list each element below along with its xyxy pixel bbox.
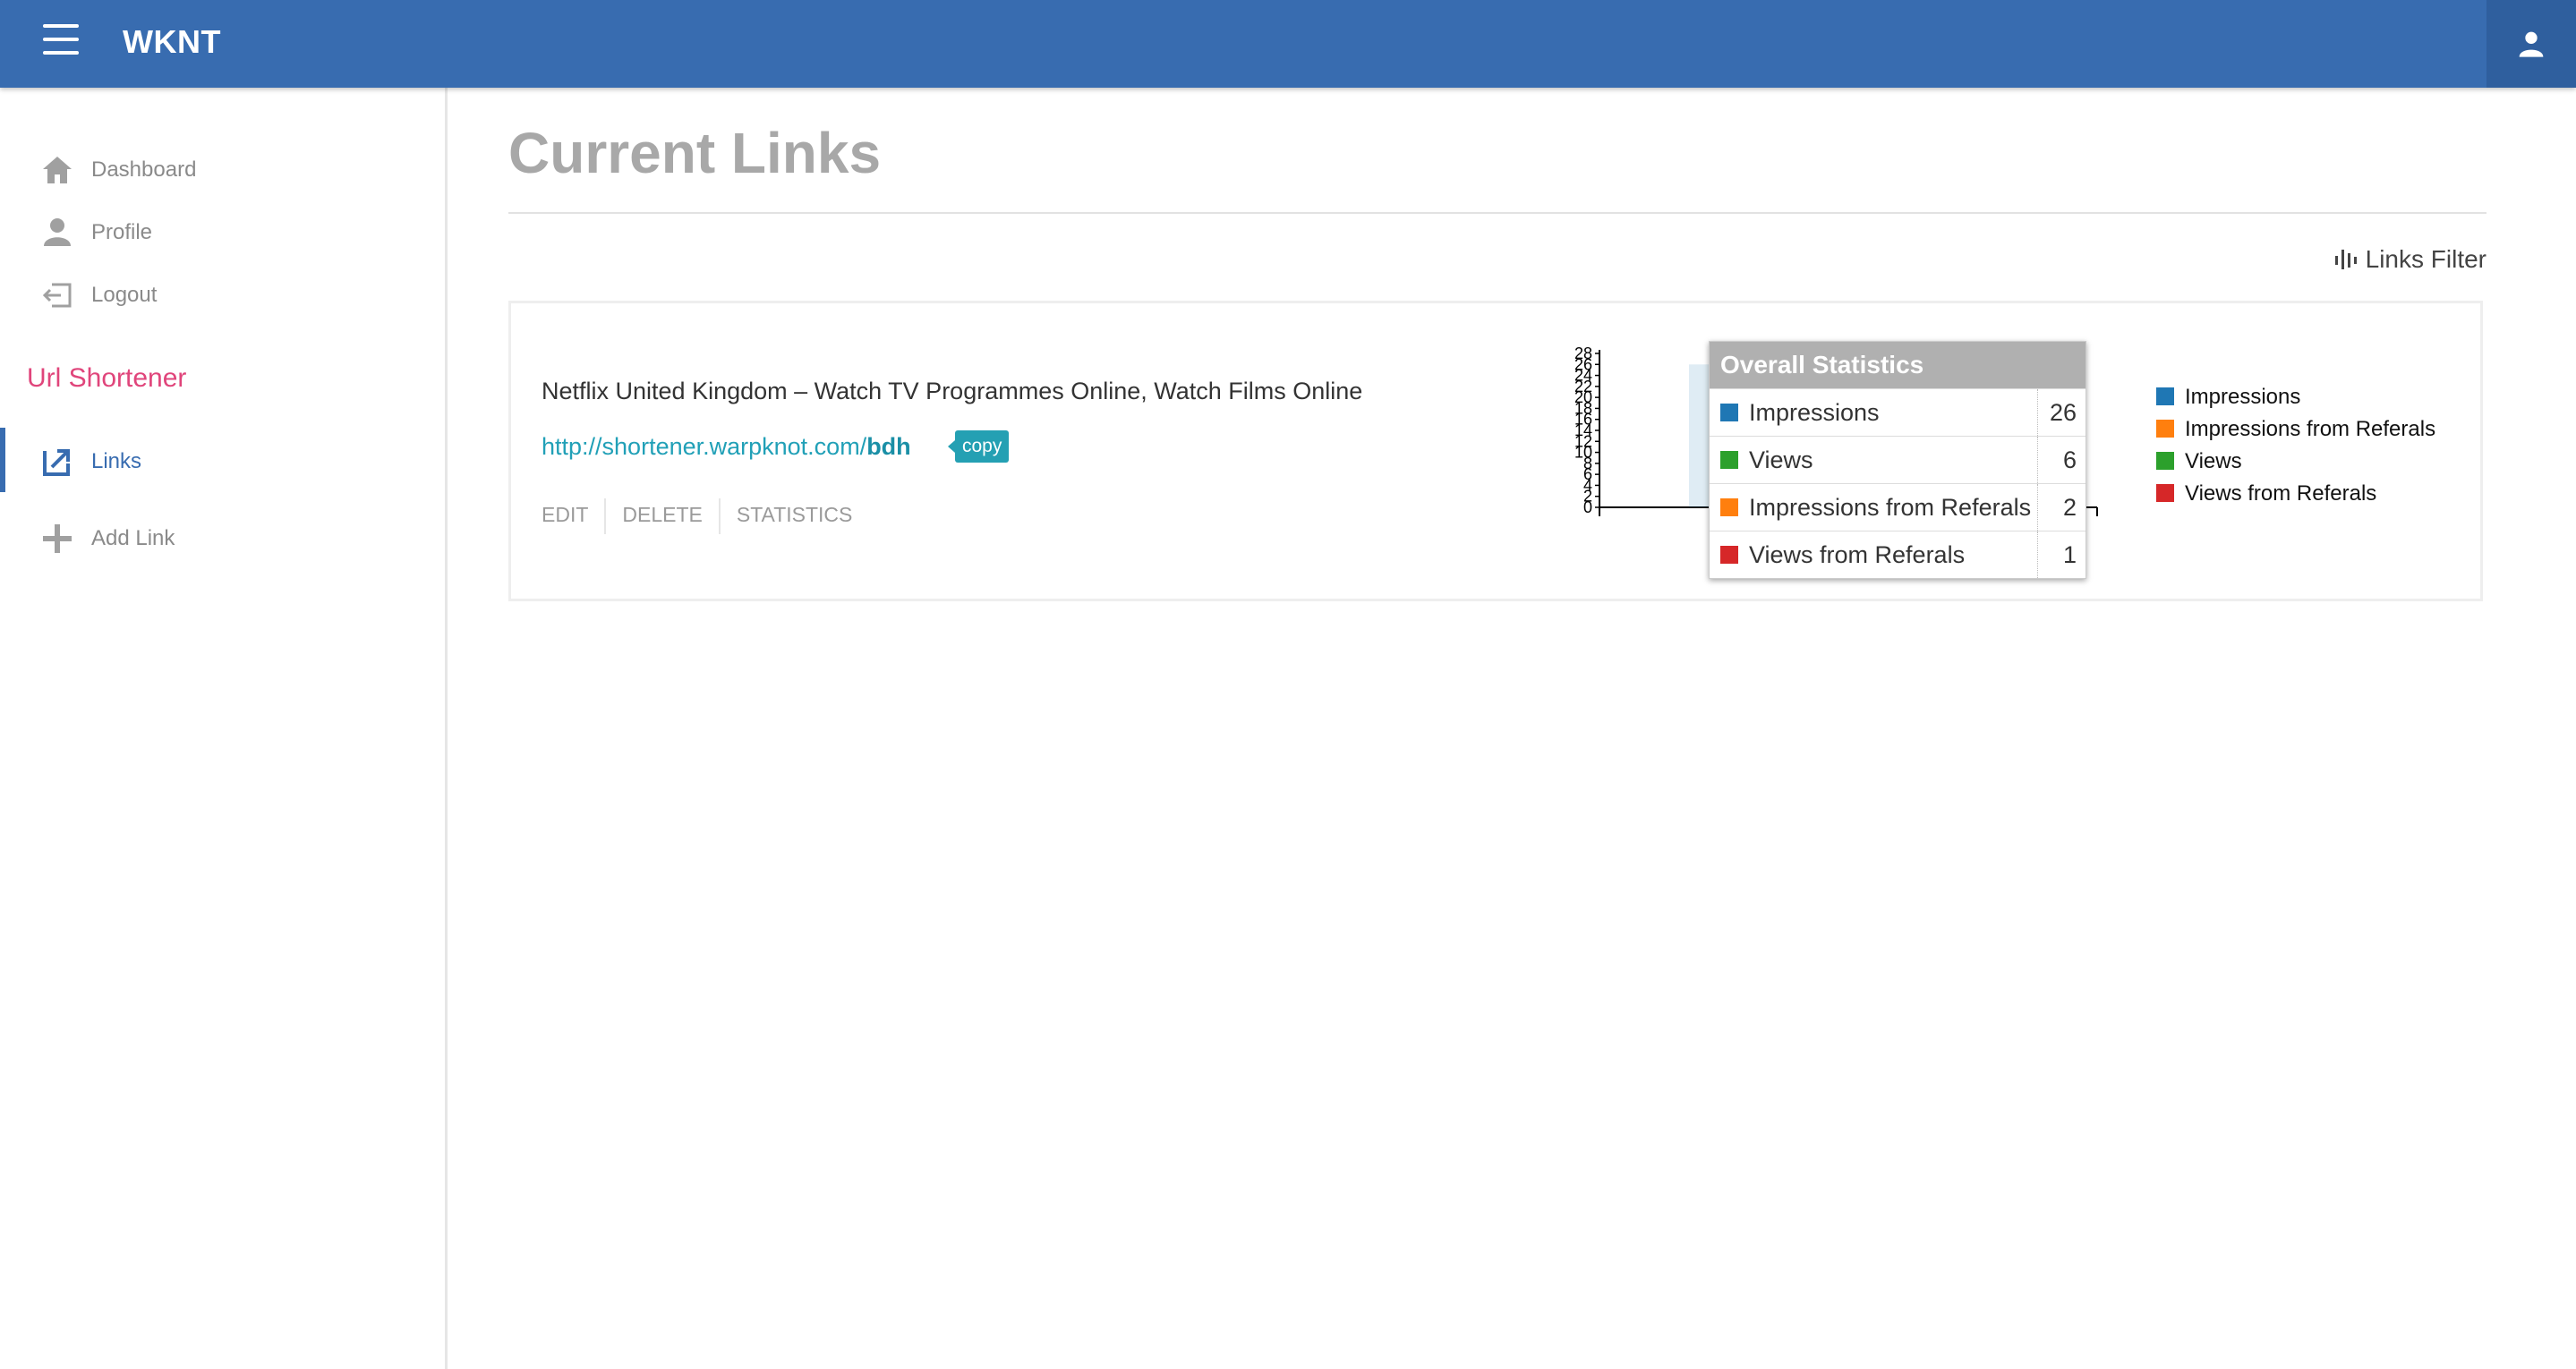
links-filter-button[interactable]: Links Filter bbox=[2333, 245, 2486, 274]
y-tick-label: 28 bbox=[1574, 344, 1592, 362]
legend-swatch bbox=[2156, 387, 2174, 405]
legend-swatch bbox=[2156, 484, 2174, 502]
tooltip-title: Overall Statistics bbox=[1710, 342, 2086, 388]
link-title: Netflix United Kingdom – Watch TV Progra… bbox=[542, 378, 1363, 404]
link-actions: EDIT DELETE STATISTICS bbox=[542, 498, 852, 534]
filter-bars-icon bbox=[2334, 250, 2357, 269]
legend-label: Impressions from Referals bbox=[2185, 417, 2436, 441]
app-brand[interactable]: WKNT bbox=[123, 23, 221, 61]
tooltip-series-name: Views from Referals bbox=[1749, 541, 1966, 568]
sidebar: Dashboard Profile Logout Url Shortener L… bbox=[0, 88, 448, 1369]
legend-swatch bbox=[2156, 452, 2174, 470]
sidebar-item-label: Logout bbox=[91, 283, 158, 307]
external-link-icon bbox=[43, 449, 70, 476]
tooltip-swatch bbox=[1720, 404, 1738, 421]
title-divider bbox=[508, 212, 2486, 214]
sidebar-item-label: Profile bbox=[91, 220, 153, 244]
sidebar-item-add-link[interactable]: Add Link bbox=[0, 512, 445, 562]
section-title: Url Shortener bbox=[27, 363, 187, 393]
legend-label: Impressions bbox=[2185, 385, 2301, 409]
tooltip-series-value: 2 bbox=[2037, 484, 2086, 531]
person-icon bbox=[44, 218, 71, 246]
short-url-base: http://shortener.warpknot.com/ bbox=[542, 433, 867, 460]
sidebar-item-dashboard[interactable]: Dashboard bbox=[0, 143, 445, 193]
tooltip-row: Impressions 26 bbox=[1710, 388, 2086, 436]
logout-icon bbox=[42, 283, 72, 308]
tooltip-row: Views from Referals 1 bbox=[1710, 531, 2086, 578]
home-icon bbox=[43, 157, 72, 183]
copy-button[interactable]: copy bbox=[947, 430, 1010, 463]
tooltip-series-value: 6 bbox=[2037, 437, 2086, 483]
links-filter-label: Links Filter bbox=[2365, 245, 2486, 273]
tooltip-row: Impressions from Referals 2 bbox=[1710, 483, 2086, 531]
tooltip-series-name: Impressions from Referals bbox=[1749, 494, 2032, 521]
delete-button[interactable]: DELETE bbox=[622, 503, 702, 527]
legend-swatch bbox=[2156, 420, 2174, 438]
tooltip-series-name: Views bbox=[1749, 446, 1813, 473]
action-divider bbox=[718, 498, 721, 534]
top-app-bar: WKNT bbox=[0, 0, 2576, 88]
short-url-slug: bdh bbox=[866, 433, 911, 460]
user-icon bbox=[2519, 31, 2544, 57]
short-url-link[interactable]: http://shortener.warpknot.com/bdh bbox=[542, 433, 911, 461]
sidebar-item-links[interactable]: Links bbox=[0, 428, 445, 492]
sidebar-item-logout[interactable]: Logout bbox=[0, 268, 445, 319]
plus-icon bbox=[43, 524, 72, 553]
legend-label: Views bbox=[2185, 449, 2242, 473]
edit-button[interactable]: EDIT bbox=[542, 503, 588, 527]
user-menu-button[interactable] bbox=[2486, 0, 2576, 88]
menu-icon[interactable] bbox=[43, 24, 79, 60]
chart-tooltip: Overall Statistics Impressions 26 Views … bbox=[1709, 341, 2086, 579]
tooltip-series-value: 1 bbox=[2037, 531, 2086, 578]
statistics-button[interactable]: STATISTICS bbox=[737, 503, 853, 527]
sidebar-item-label: Links bbox=[91, 449, 142, 473]
action-divider bbox=[604, 498, 607, 534]
link-card: Netflix United Kingdom – Watch TV Progra… bbox=[508, 301, 2483, 601]
tooltip-swatch bbox=[1720, 498, 1738, 516]
legend-label: Views from Referals bbox=[2185, 481, 2377, 506]
page-title: Current Links bbox=[508, 121, 882, 185]
tooltip-row: Views 6 bbox=[1710, 436, 2086, 483]
tooltip-series-name: Impressions bbox=[1749, 399, 1880, 426]
sidebar-item-label: Dashboard bbox=[91, 157, 197, 182]
tooltip-series-value: 26 bbox=[2037, 389, 2086, 436]
sidebar-item-label: Add Link bbox=[91, 526, 175, 550]
tooltip-swatch bbox=[1720, 546, 1738, 564]
sidebar-item-profile[interactable]: Profile bbox=[0, 206, 445, 256]
tooltip-swatch bbox=[1720, 451, 1738, 469]
